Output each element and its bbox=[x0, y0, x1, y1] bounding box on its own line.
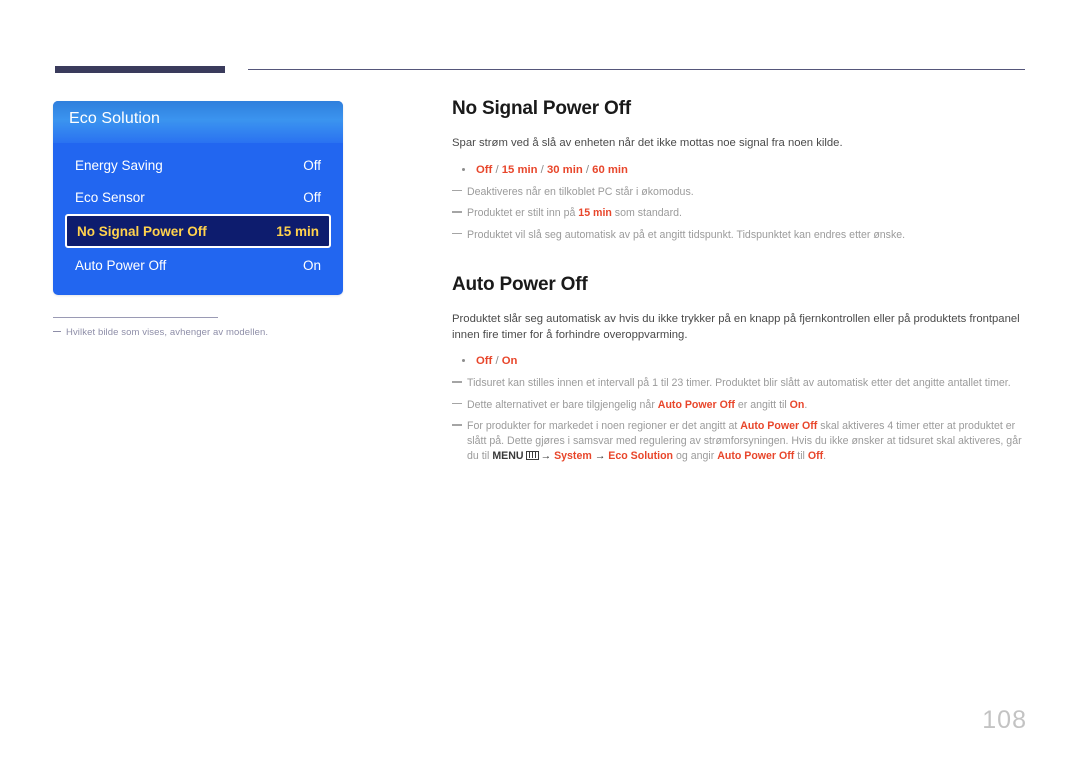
note-highlight: Auto Power Off bbox=[657, 398, 735, 411]
options-list-item: Off / On bbox=[452, 353, 1024, 369]
osd-row-value: Off bbox=[303, 189, 321, 205]
note-text: . bbox=[823, 449, 827, 462]
note-text: For produkter for markedet i noen region… bbox=[467, 420, 741, 433]
option-separator: / bbox=[582, 163, 593, 176]
page-header-rule bbox=[55, 66, 1025, 74]
figure-caption-rule bbox=[53, 317, 218, 318]
section-title-auto-power-off: Auto Power Off bbox=[452, 274, 588, 296]
option-separator: / bbox=[537, 163, 547, 176]
menu-path-segment: Eco Solution bbox=[608, 449, 674, 462]
osd-panel-title: Eco Solution bbox=[69, 110, 161, 127]
note-highlight: Auto Power Off bbox=[740, 420, 818, 433]
osd-row-energy-saving[interactable]: Energy Saving Off bbox=[65, 149, 331, 181]
note-text: . bbox=[804, 398, 808, 411]
bullet-dot-icon bbox=[462, 359, 465, 363]
note-item: Dette alternativet er bare tilgjengelig … bbox=[452, 398, 1024, 413]
menu-path-segment: Auto Power Off bbox=[717, 449, 795, 462]
article-body: No Signal Power Off Spar strøm ved å slå… bbox=[452, 98, 1024, 463]
note-dash-icon bbox=[452, 232, 462, 235]
option-separator: / bbox=[492, 163, 502, 176]
note-text: Produktet er stilt inn på bbox=[467, 207, 579, 220]
options-list-no-signal-power-off: Off / 15 min / 30 min / 60 min bbox=[452, 162, 1024, 178]
menu-button-icon bbox=[525, 450, 539, 460]
figure-caption: Hvilket bilde som vises, avhenger av mod… bbox=[53, 327, 343, 338]
section-lead-paragraph: Produktet slår seg automatisk av hvis du… bbox=[452, 313, 1020, 341]
header-accent-bar bbox=[55, 66, 225, 73]
note-dash-icon bbox=[452, 211, 462, 213]
note-item: Tidsuret kan stilles innen et intervall … bbox=[452, 376, 1024, 391]
note-text: Dette alternativet er bare tilgjengelig … bbox=[467, 398, 658, 411]
osd-menu-panel: Eco Solution Energy Saving Off Eco Senso… bbox=[53, 101, 343, 295]
note-item: Produktet er stilt inn på 15 min som sta… bbox=[452, 206, 1024, 221]
path-arrow-icon: → bbox=[594, 449, 606, 462]
options-list-item: Off / 15 min / 30 min / 60 min bbox=[452, 162, 1024, 178]
menu-path-segment: System bbox=[554, 449, 592, 462]
osd-row-label: Auto Power Off bbox=[75, 257, 167, 273]
note-text: Produktet vil slå seg automatisk av på e… bbox=[467, 228, 906, 241]
osd-row-value: 15 min bbox=[276, 223, 319, 239]
page-number: 108 bbox=[982, 706, 1027, 734]
osd-row-eco-sensor[interactable]: Eco Sensor Off bbox=[65, 181, 331, 213]
note-text: Deaktiveres når en tilkoblet PC står i ø… bbox=[467, 185, 694, 198]
osd-row-value: Off bbox=[303, 157, 321, 173]
note-highlight: On bbox=[789, 398, 805, 411]
option-value: Off bbox=[476, 355, 493, 368]
osd-row-label: Energy Saving bbox=[75, 157, 163, 173]
note-text: som standard. bbox=[611, 207, 682, 220]
osd-panel-header: Eco Solution bbox=[53, 101, 343, 143]
option-value: On bbox=[501, 355, 518, 368]
note-text: til bbox=[794, 449, 808, 462]
osd-menu-figure: Eco Solution Energy Saving Off Eco Senso… bbox=[53, 101, 343, 338]
note-dash-icon bbox=[452, 424, 462, 427]
note-item: Deaktiveres når en tilkoblet PC står i ø… bbox=[452, 185, 1024, 200]
section-lead-paragraph: Spar strøm ved å slå av enheten når det … bbox=[452, 137, 843, 149]
note-highlight: 15 min bbox=[578, 207, 612, 220]
option-value: 30 min bbox=[546, 163, 583, 176]
caption-dash-icon bbox=[53, 331, 61, 332]
note-text: Tidsuret kan stilles innen et intervall … bbox=[467, 377, 1011, 390]
option-value: 60 min bbox=[592, 163, 628, 176]
option-value: Off bbox=[476, 163, 493, 176]
note-dash-icon bbox=[452, 189, 462, 192]
path-arrow-icon: → bbox=[540, 449, 552, 462]
osd-row-auto-power-off[interactable]: Auto Power Off On bbox=[65, 249, 331, 281]
note-text: og angir bbox=[673, 449, 718, 462]
note-text: er angitt til bbox=[734, 398, 790, 411]
header-thin-line bbox=[248, 69, 1025, 70]
note-item: Produktet vil slå seg automatisk av på e… bbox=[452, 228, 1024, 243]
options-list-auto-power-off: Off / On bbox=[452, 353, 1024, 369]
section-title-no-signal-power-off: No Signal Power Off bbox=[452, 98, 631, 119]
note-item: For produkter for markedet i noen region… bbox=[452, 419, 1024, 463]
bullet-dot-icon bbox=[462, 167, 465, 171]
note-dash-icon bbox=[452, 381, 462, 383]
osd-row-value: On bbox=[302, 257, 321, 273]
option-separator: / bbox=[492, 355, 502, 368]
figure-caption-text: Hvilket bilde som vises, avhenger av mod… bbox=[66, 327, 269, 338]
note-dash-icon bbox=[452, 402, 462, 405]
osd-row-label: No Signal Power Off bbox=[77, 223, 207, 239]
osd-row-no-signal-power-off[interactable]: No Signal Power Off 15 min bbox=[65, 214, 331, 248]
osd-row-label: Eco Sensor bbox=[75, 189, 145, 205]
menu-path-root: MENU bbox=[492, 449, 524, 462]
menu-path-value: Off bbox=[807, 449, 824, 462]
option-value: 15 min bbox=[501, 163, 538, 176]
